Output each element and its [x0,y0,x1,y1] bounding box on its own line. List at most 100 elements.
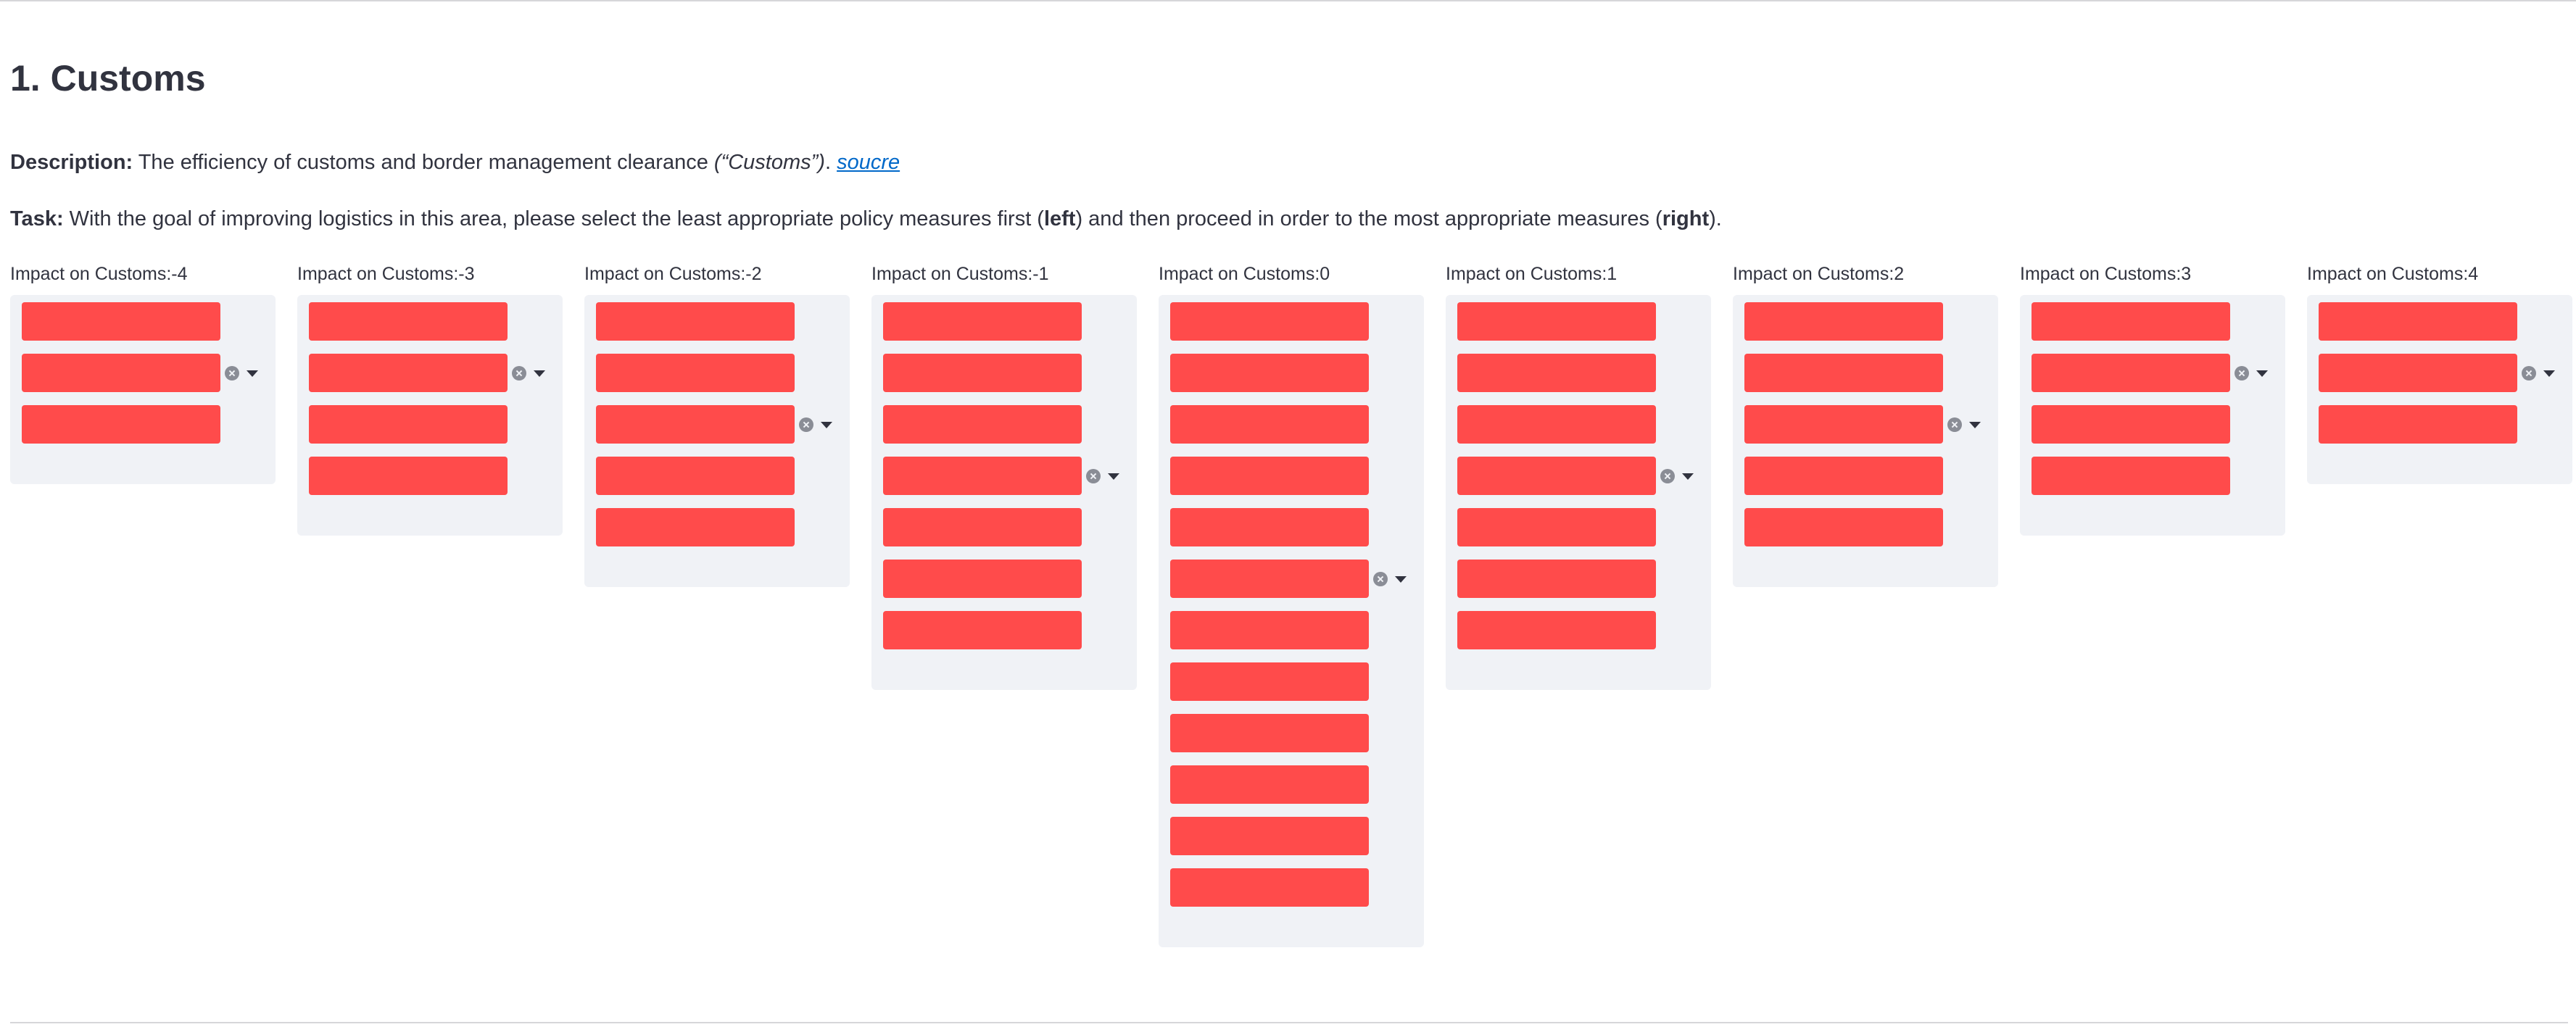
sortable-item[interactable] [883,560,1082,598]
sortable-item[interactable] [1170,662,1369,701]
sortable-item[interactable] [1744,457,1943,495]
sortable-item[interactable] [1457,560,1656,598]
clear-icon[interactable] [1373,572,1388,586]
clear-icon[interactable] [2522,366,2536,381]
caret-down-icon[interactable] [247,370,258,377]
sortable-item[interactable] [883,611,1082,649]
sortable-item[interactable] [309,302,508,341]
task-paragraph: Task: With the goal of improving logisti… [10,204,1722,233]
item-controls [1947,416,1991,433]
sortable-item[interactable] [22,405,220,444]
clear-icon[interactable] [1947,417,1962,432]
sortable-item[interactable] [596,457,795,495]
description-period: . [824,151,837,174]
caret-down-icon[interactable] [821,422,832,428]
sortable-item[interactable] [2032,405,2230,444]
sortable-item[interactable] [2032,354,2230,392]
impact-column-plus-3: Impact on Customs:3 [2020,261,2285,536]
sortable-list[interactable] [10,295,276,484]
sortable-item[interactable] [2032,302,2230,341]
sortable-item[interactable] [1457,611,1656,649]
item-controls [225,365,268,382]
sortable-item[interactable] [1457,508,1656,546]
sortable-item[interactable] [309,405,508,444]
sortable-item[interactable] [309,354,508,392]
sortable-item[interactable] [1744,508,1943,546]
sortable-item[interactable] [596,354,795,392]
column-label: Impact on Customs:2 [1733,264,1905,284]
item-controls [799,416,842,433]
impact-column-minus-1: Impact on Customs:-1 [871,261,1137,690]
sortable-item[interactable] [2319,302,2517,341]
sortable-list[interactable] [1733,295,1998,587]
sortable-item[interactable] [1170,560,1369,598]
sortable-item[interactable] [2032,457,2230,495]
sortable-list[interactable] [1159,295,1424,947]
task-text-3: ). [1709,207,1722,230]
sortable-item[interactable] [22,354,220,392]
caret-down-icon[interactable] [2256,370,2268,377]
column-label: Impact on Customs:1 [1446,264,1618,284]
clear-icon[interactable] [512,366,526,381]
sortable-item[interactable] [596,508,795,546]
caret-down-icon[interactable] [2543,370,2555,377]
column-label: Impact on Customs:4 [2307,264,2479,284]
clear-icon[interactable] [799,417,813,432]
sortable-item[interactable] [1170,817,1369,855]
source-link[interactable]: soucre [837,151,900,174]
impact-column-0: Impact on Customs:0 [1159,261,1424,947]
sortable-item[interactable] [883,457,1082,495]
sortable-item[interactable] [1457,354,1656,392]
sortable-item[interactable] [22,302,220,341]
sortable-item[interactable] [1170,508,1369,546]
description-label: Description: [10,151,133,174]
sortable-item[interactable] [883,354,1082,392]
sortable-item[interactable] [883,405,1082,444]
column-label: Impact on Customs:-4 [10,264,188,284]
sortable-item[interactable] [1170,302,1369,341]
caret-down-icon[interactable] [1969,422,1981,428]
sortable-item[interactable] [1457,457,1656,495]
sortable-list[interactable] [297,295,563,536]
clear-icon[interactable] [1660,469,1675,483]
description-quote: (“Customs”) [713,151,825,174]
sortable-item[interactable] [2319,405,2517,444]
clear-icon[interactable] [225,366,239,381]
impact-column-plus-2: Impact on Customs:2 [1733,261,1998,587]
sortable-item[interactable] [1170,354,1369,392]
sortable-list[interactable] [2020,295,2285,536]
sortable-list[interactable] [1446,295,1711,690]
caret-down-icon[interactable] [1682,473,1694,480]
sortable-items [1159,302,1424,907]
sortable-item[interactable] [1457,405,1656,444]
sortable-list[interactable] [584,295,850,587]
sortable-item[interactable] [1457,302,1656,341]
description-paragraph: Description: The efficiency of customs a… [10,148,900,177]
caret-down-icon[interactable] [534,370,545,377]
column-label: Impact on Customs:-3 [297,264,475,284]
sortable-item[interactable] [1744,302,1943,341]
sortable-item[interactable] [1170,457,1369,495]
caret-down-icon[interactable] [1108,473,1119,480]
sortable-item[interactable] [596,405,795,444]
sortable-item[interactable] [1744,354,1943,392]
sortable-item[interactable] [2319,354,2517,392]
sortable-items [2020,302,2285,495]
sortable-item[interactable] [1170,765,1369,804]
clear-icon[interactable] [1086,469,1101,483]
sortable-item[interactable] [1170,611,1369,649]
sortable-item[interactable] [596,302,795,341]
description-text: The efficiency of customs and border man… [133,151,714,174]
sortable-list[interactable] [2307,295,2572,484]
sortable-item[interactable] [883,508,1082,546]
sortable-item[interactable] [1170,868,1369,907]
clear-icon[interactable] [2235,366,2249,381]
sortable-item[interactable] [883,302,1082,341]
sortable-list[interactable] [871,295,1137,690]
sortable-item[interactable] [1744,405,1943,444]
sortable-item[interactable] [309,457,508,495]
caret-down-icon[interactable] [1395,576,1407,583]
sortable-item[interactable] [1170,714,1369,752]
item-controls [1086,467,1130,485]
sortable-item[interactable] [1170,405,1369,444]
